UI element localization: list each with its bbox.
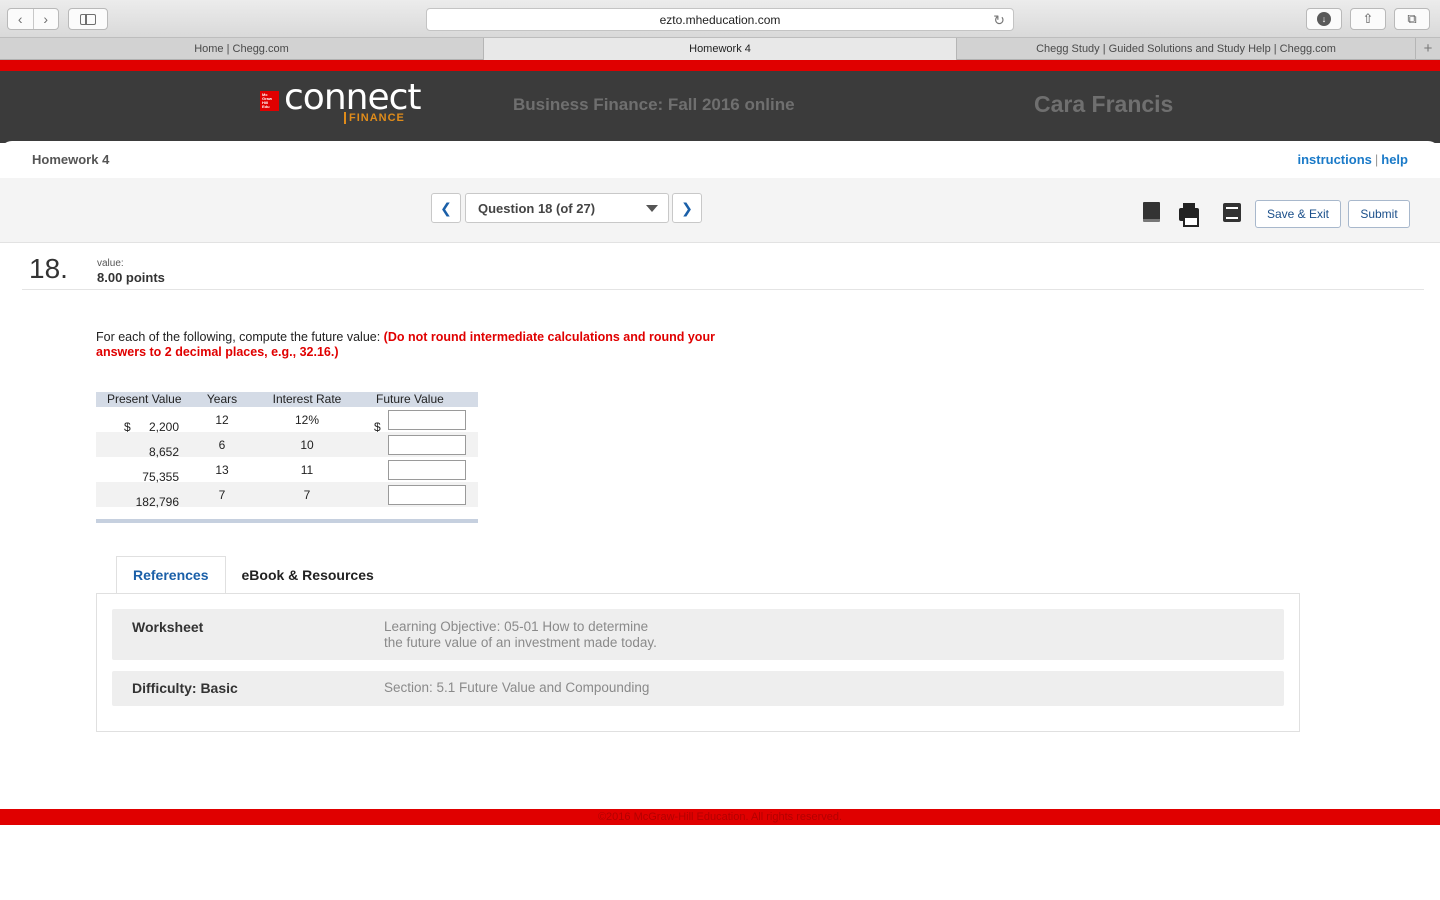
column-header: Interest Rate	[272, 392, 342, 406]
future-value-table: Present Value Years Interest Rate Future…	[96, 392, 478, 523]
user-name[interactable]: Cara Francis	[1034, 91, 1173, 118]
reference-line: the future value of an investment made t…	[384, 635, 657, 650]
reference-row: Difficulty: Basic Section: 5.1 Future Va…	[112, 671, 1284, 706]
browser-toolbar: ‹ › ezto.mheducation.com ↻ ↓ ⇧ ⧉	[0, 0, 1440, 38]
future-value-input[interactable]	[388, 459, 466, 480]
content-card: Homework 4 instructions | help ❮ Question …	[0, 141, 1440, 809]
table-row: 75,355 13 11	[96, 457, 478, 484]
table-footer-rule	[96, 519, 478, 523]
table-row: $2,200 12 12% $	[96, 407, 478, 434]
prompt-text: For each of the following, compute the f…	[96, 330, 384, 344]
next-question-button[interactable]: ❯	[672, 193, 702, 223]
years: 7	[218, 487, 226, 502]
question-nav-bar: ❮ Question 18 (of 27) ❯ Save & Exit Subm…	[0, 178, 1440, 243]
ebook-icon[interactable]	[1140, 201, 1162, 223]
table-header: Present Value Years Interest Rate Future…	[96, 392, 478, 407]
currency-symbol: $	[124, 419, 131, 434]
present-value: 75,355	[142, 469, 179, 484]
reference-row: Worksheet Learning Objective: 05-01 How …	[112, 609, 1284, 660]
instructions-link[interactable]: instructions	[1297, 152, 1371, 167]
reload-icon[interactable]: ↻	[993, 12, 1005, 29]
question-select[interactable]: Question 18 (of 27)	[465, 193, 669, 223]
report-icon[interactable]	[1221, 201, 1243, 223]
references-panel: Worksheet Learning Objective: 05-01 How …	[96, 593, 1300, 732]
top-links: instructions | help	[1297, 152, 1408, 167]
reference-key: Worksheet	[132, 619, 204, 635]
submit-button[interactable]: Submit	[1348, 200, 1410, 228]
present-value: 2,200	[148, 419, 179, 434]
forward-icon[interactable]: ›	[34, 9, 59, 29]
brand-band	[0, 60, 1440, 71]
print-icon[interactable]	[1178, 201, 1200, 227]
share-icon[interactable]: ⇧	[1350, 8, 1386, 30]
course-title: Business Finance: Fall 2016 online	[513, 95, 795, 114]
download-icon[interactable]: ↓	[1306, 8, 1342, 30]
present-value: 182,796	[135, 494, 179, 509]
column-header: Future Value	[376, 392, 444, 406]
reference-value: Learning Objective: 05-01 How to determi…	[384, 619, 657, 651]
site-header: Mc Graw Hill Edu connect FINANCE Business F…	[0, 71, 1440, 143]
reference-line: Learning Objective: 05-01 How to determi…	[384, 619, 649, 634]
years: 6	[218, 437, 226, 452]
future-value-input[interactable]	[388, 484, 466, 505]
save-exit-button[interactable]: Save & Exit	[1255, 200, 1341, 228]
reference-tabs: References eBook & Resources	[116, 556, 390, 594]
table-row: 8,652 6 10	[96, 432, 478, 459]
caret-down-icon	[646, 205, 658, 212]
reference-key: Difficulty: Basic	[132, 680, 238, 696]
url-text: ezto.mheducation.com	[659, 12, 781, 27]
tab-ebook-resources[interactable]: eBook & Resources	[226, 556, 390, 594]
column-header: Present Value	[107, 392, 182, 406]
help-link[interactable]: help	[1381, 152, 1408, 167]
back-icon[interactable]: ‹	[8, 9, 34, 29]
footer-copyright: ©2016 McGraw-Hill Education. All rights …	[0, 809, 1440, 825]
present-value: 8,652	[148, 444, 179, 459]
interest-rate: 10	[300, 437, 314, 452]
interest-rate: 11	[300, 462, 314, 477]
interest-rate: 12%	[294, 412, 320, 427]
browser-tab-active[interactable]: Homework 4	[484, 38, 957, 60]
tab-references[interactable]: References	[116, 556, 226, 594]
column-header: Years	[206, 392, 238, 406]
question-points: 8.00 points	[97, 270, 165, 285]
future-value-input[interactable]	[388, 409, 466, 430]
question-prompt: For each of the following, compute the f…	[96, 330, 736, 360]
link-separator: |	[1374, 152, 1379, 167]
tabs-overview-icon[interactable]: ⧉	[1394, 8, 1430, 30]
table-row: 182,796 7 7	[96, 482, 478, 509]
assignment-title: Homework 4	[32, 152, 110, 167]
interest-rate: 7	[303, 487, 311, 502]
currency-symbol: $	[374, 419, 381, 434]
sidebar-icon[interactable]	[68, 8, 108, 30]
question-select-value: Question 18 (of 27)	[478, 200, 596, 216]
mcgraw-hill-logo: Mc Graw Hill Edu	[260, 91, 279, 111]
logo-sub: FINANCE	[344, 112, 405, 124]
chevron-left-icon: ❮	[440, 199, 452, 216]
value-label: value:	[97, 258, 124, 269]
history-nav: ‹ ›	[7, 8, 59, 30]
browser-tabbar: Home | Chegg.com Homework 4 Chegg Study …	[0, 38, 1440, 60]
browser-tab[interactable]: Home | Chegg.com	[0, 38, 484, 60]
address-bar[interactable]: ezto.mheducation.com ↻	[426, 8, 1014, 31]
new-tab-icon[interactable]: +	[1416, 38, 1440, 59]
years: 12	[215, 412, 229, 427]
prev-question-button[interactable]: ❮	[431, 193, 461, 223]
chevron-right-icon: ❯	[681, 199, 693, 216]
years: 13	[215, 462, 229, 477]
future-value-input[interactable]	[388, 434, 466, 455]
browser-tab[interactable]: Chegg Study | Guided Solutions and Study…	[957, 38, 1416, 60]
reference-value: Section: 5.1 Future Value and Compoundin…	[384, 680, 650, 695]
divider	[22, 289, 1424, 290]
question-number: 18.	[29, 253, 68, 284]
